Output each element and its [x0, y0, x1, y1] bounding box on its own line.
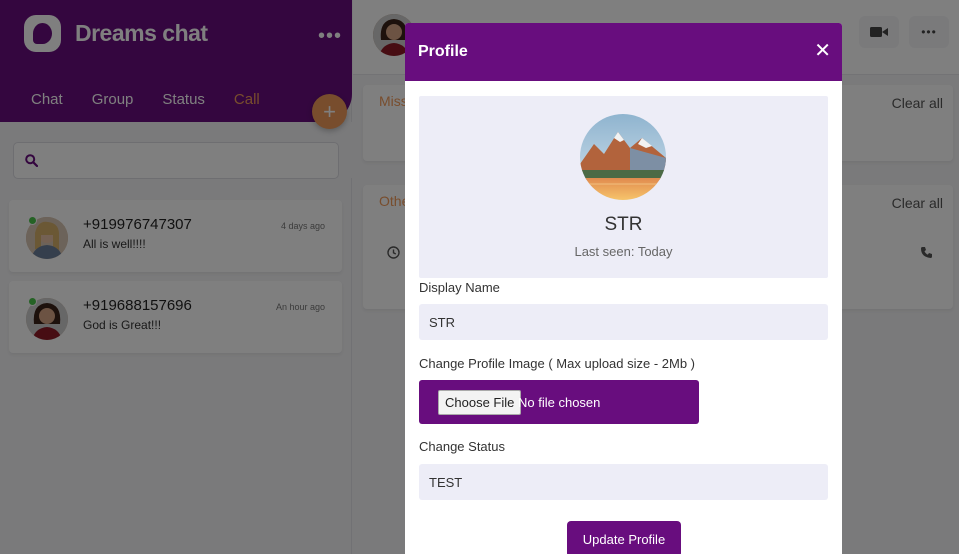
display-name-field[interactable]: STR	[419, 304, 828, 340]
profile-image	[580, 114, 666, 200]
modal-title: Profile	[418, 43, 468, 60]
display-name-label: Display Name	[419, 280, 500, 295]
profile-image-label: Change Profile Image ( Max upload size -…	[419, 356, 696, 371]
close-icon[interactable]: ✕	[814, 40, 831, 62]
status-field[interactable]: TEST	[419, 464, 828, 500]
modal-header: Profile ✕	[405, 23, 842, 81]
choose-file-button[interactable]: Choose File	[438, 390, 522, 415]
file-status: No file chosen	[518, 395, 601, 410]
profile-modal: Profile ✕ STR Last seen: Today Display N…	[405, 23, 842, 554]
profile-card: STR Last seen: Today	[419, 96, 828, 278]
last-seen-text: Last seen: Today	[574, 244, 673, 259]
update-profile-button[interactable]: Update Profile	[567, 521, 681, 554]
profile-name: STR	[604, 214, 643, 235]
profile-image-upload: Choose File No file chosen	[419, 380, 699, 424]
status-label: Change Status	[419, 439, 506, 454]
